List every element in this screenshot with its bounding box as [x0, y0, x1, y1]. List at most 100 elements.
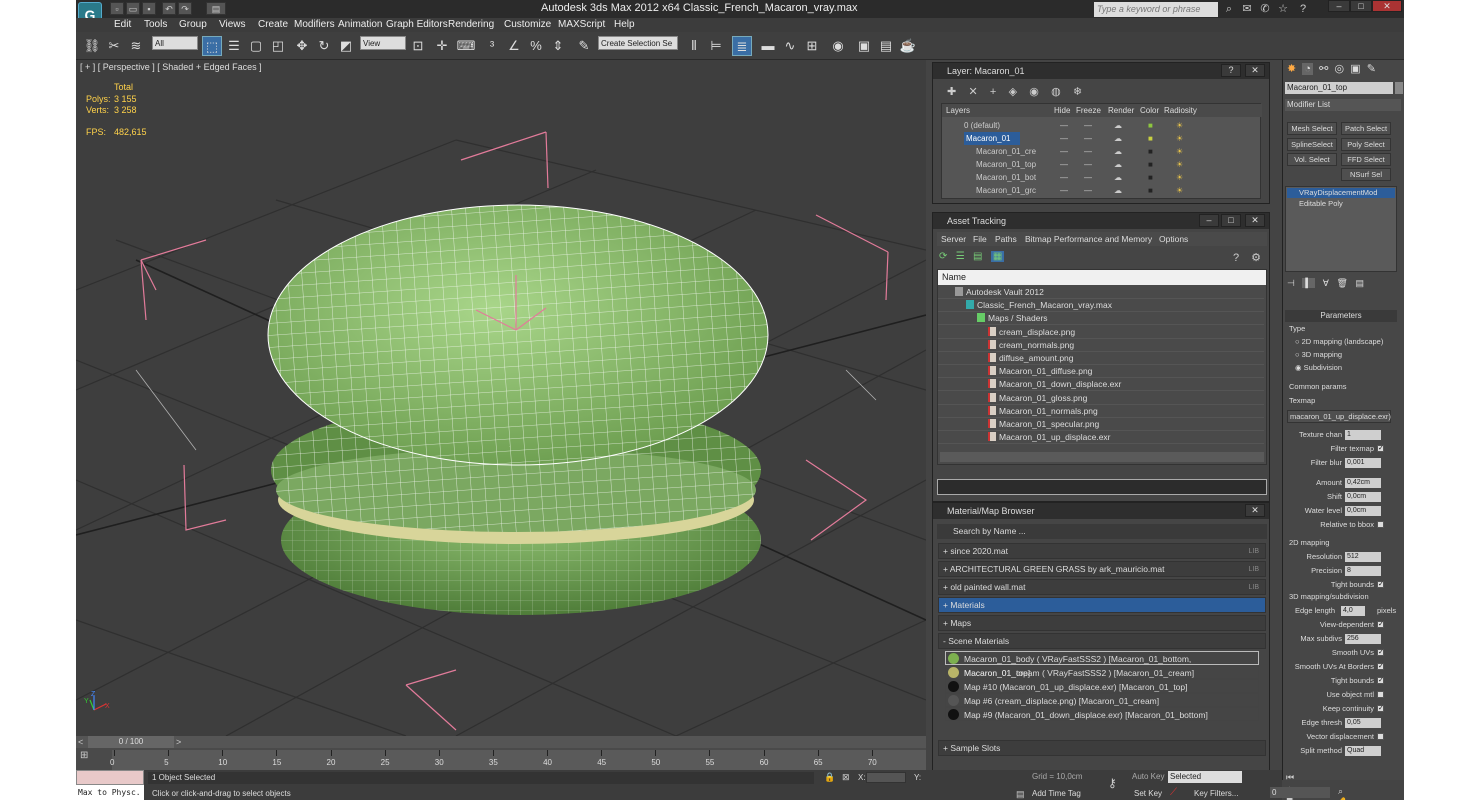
modify-tab-icon[interactable]: ◔	[1302, 63, 1313, 75]
layer-row[interactable]: Macaron_01 — — ☁ ■ ☀	[942, 132, 1262, 145]
radiosity-icon[interactable]: ☀	[1176, 119, 1183, 132]
menu-views[interactable]: Views	[219, 18, 246, 32]
time-slider[interactable]: < 0 / 100 >	[76, 736, 926, 748]
render-icon[interactable]: ☁	[1114, 184, 1122, 197]
object-color-swatch[interactable]	[1395, 82, 1403, 94]
perspective-viewport[interactable]: X Y Z [ + ] [ Perspective ] [ Shaded + E…	[76, 60, 926, 736]
layer-manager-icon[interactable]: ≣	[732, 36, 752, 56]
open-file-icon[interactable]: ▭	[126, 2, 140, 15]
scale-icon[interactable]: ◩	[336, 36, 356, 56]
param-checkbox[interactable]: ✓	[1377, 677, 1384, 684]
list-view-icon[interactable]: ☰	[956, 251, 965, 262]
asset-item[interactable]: cream_normals.png	[938, 339, 1264, 352]
render-setup-icon[interactable]: ▣	[854, 36, 874, 56]
hide-toggle[interactable]: —	[1060, 171, 1068, 184]
param-checkbox[interactable]	[1377, 521, 1384, 528]
current-frame-field[interactable]: 0	[1270, 787, 1330, 798]
viewport-label[interactable]: [ + ] [ Perspective ] [ Shaded + Edged F…	[80, 62, 262, 72]
scene-material-item[interactable]: Map #6 (cream_displace.png) [Macaron_01_…	[945, 693, 1259, 707]
freeze-toggle[interactable]: —	[1084, 119, 1092, 132]
render-icon[interactable]: ☁	[1114, 132, 1122, 145]
set-key-icon[interactable]: ⟋	[1170, 787, 1177, 798]
render-production-icon[interactable]: ☕	[898, 36, 918, 56]
asset-menu-server[interactable]: Server	[941, 232, 966, 246]
param-spinner[interactable]: 0,001	[1345, 458, 1381, 468]
close-button[interactable]: ✕	[1372, 0, 1402, 12]
asset-settings-icon[interactable]: ⚙	[1249, 251, 1263, 265]
freeze-toggle[interactable]: —	[1084, 184, 1092, 197]
layer-color-swatch[interactable]: ■	[1148, 145, 1153, 158]
menu-maxscript[interactable]: MAXScript	[558, 18, 605, 32]
mesh-select-button[interactable]: Mesh Select	[1287, 122, 1337, 135]
layer-row[interactable]: Macaron_01_cre — — ☁ ■ ☀	[942, 145, 1262, 158]
favorites-icon[interactable]: ☆	[1276, 2, 1290, 16]
window-crossing-icon[interactable]: ◰	[268, 36, 288, 56]
motion-tab-icon[interactable]: ◎	[1334, 63, 1344, 75]
param-spinner[interactable]: 8	[1345, 566, 1381, 576]
library-row-0[interactable]: + since 2020.mat LIB	[938, 543, 1266, 559]
menu-group[interactable]: Group	[179, 18, 207, 32]
selection-filter-dropdown[interactable]: All	[152, 36, 198, 50]
freeze-toggle[interactable]: —	[1084, 171, 1092, 184]
param-checkbox[interactable]: ✓	[1377, 621, 1384, 628]
layer-name[interactable]: Macaron_01_cre	[976, 145, 1036, 158]
asset-maximize-button[interactable]: □	[1221, 214, 1241, 227]
pixels-checkbox-label[interactable]: pixels	[1377, 606, 1396, 615]
modifier-list-dropdown[interactable]: Modifier List	[1285, 99, 1401, 111]
edit-named-selection-icon[interactable]: ✎	[574, 36, 594, 56]
maximize-button[interactable]: □	[1350, 0, 1372, 12]
zoom-icon[interactable]: ⌕	[1338, 786, 1343, 796]
key-mode-dropdown[interactable]: Selected	[1168, 771, 1242, 783]
spline-select-button[interactable]: SplineSelect	[1287, 138, 1337, 151]
pin-stack-icon[interactable]: ⊣	[1287, 278, 1295, 288]
highlight-layer-icon[interactable]: ◉	[1029, 86, 1039, 98]
layer-color-swatch[interactable]: ■	[1148, 158, 1153, 171]
render-icon[interactable]: ☁	[1114, 158, 1122, 171]
save-icon[interactable]: ▪	[142, 2, 156, 15]
freeze-toggle[interactable]: —	[1084, 145, 1092, 158]
redo-icon[interactable]: ↷	[178, 2, 192, 15]
set-key-button[interactable]: Set Key	[1134, 789, 1162, 798]
parameters-rollout[interactable]: Parameters	[1285, 310, 1397, 322]
asset-item[interactable]: Maps / Shaders	[938, 312, 1264, 326]
asset-item[interactable]: Macaron_01_normals.png	[938, 405, 1264, 418]
freeze-toggle[interactable]: —	[1084, 132, 1092, 145]
select-by-name-icon[interactable]: ☰	[224, 36, 244, 56]
layer-name[interactable]: Macaron_01_grc	[976, 184, 1036, 197]
asset-item[interactable]: Macaron_01_up_displace.exr	[938, 431, 1264, 445]
rotate-icon[interactable]: ↻	[314, 36, 334, 56]
scene-material-item[interactable]: Macaron_01_body ( VRayFastSSS2 ) [Macaro…	[945, 651, 1259, 678]
create-layer-icon[interactable]: ✚	[947, 86, 956, 98]
asset-item[interactable]: Macaron_01_down_displace.exr	[938, 378, 1264, 392]
layer-color-swatch[interactable]: ■	[1148, 184, 1153, 197]
layer-color-swatch[interactable]: ■	[1148, 171, 1153, 184]
communication-icon[interactable]: ✆	[1258, 2, 1272, 16]
search-input[interactable]: Type a keyword or phrase	[1094, 2, 1218, 17]
menu-help[interactable]: Help	[614, 18, 635, 32]
asset-menu-file[interactable]: File	[973, 232, 987, 246]
param-checkbox[interactable]	[1377, 691, 1384, 698]
menu-rendering[interactable]: Rendering	[448, 18, 494, 32]
mini-curve-editor-icon[interactable]: ⊞	[80, 750, 88, 761]
make-unique-icon[interactable]: ∀	[1323, 278, 1329, 288]
hide-toggle[interactable]: —	[1060, 119, 1068, 132]
maxscript-mini-listener[interactable]: Max to Physc.	[76, 785, 144, 800]
type-radio[interactable]: ◉ Subdivision	[1295, 363, 1342, 372]
asset-item[interactable]: cream_displace.png	[938, 326, 1264, 339]
time-slider-prev-icon[interactable]: <	[78, 736, 86, 748]
edge-length-spinner[interactable]: 4,0	[1341, 606, 1365, 616]
display-tab-icon[interactable]: ▣	[1350, 63, 1360, 75]
select-in-layer-icon[interactable]: ◈	[1009, 86, 1017, 98]
library-row-2[interactable]: + old painted wall.mat LIB	[938, 579, 1266, 595]
spinner-snap-icon[interactable]: ⇕	[548, 36, 568, 56]
angle-snap-icon[interactable]: ∠	[504, 36, 524, 56]
param-checkbox[interactable]: ✓	[1377, 445, 1384, 452]
freeze-all-icon[interactable]: ❄	[1073, 86, 1082, 98]
maps-group[interactable]: + Maps	[938, 615, 1266, 631]
poly-select-button[interactable]: Poly Select	[1341, 138, 1391, 151]
subscription-icon[interactable]: ✉	[1240, 2, 1254, 16]
asset-close-button[interactable]: ✕	[1245, 214, 1265, 227]
create-tab-icon[interactable]: ✸	[1287, 63, 1296, 75]
object-name-field[interactable]: Macaron_01_top	[1285, 82, 1393, 94]
material-close-button[interactable]: ✕	[1245, 504, 1265, 517]
